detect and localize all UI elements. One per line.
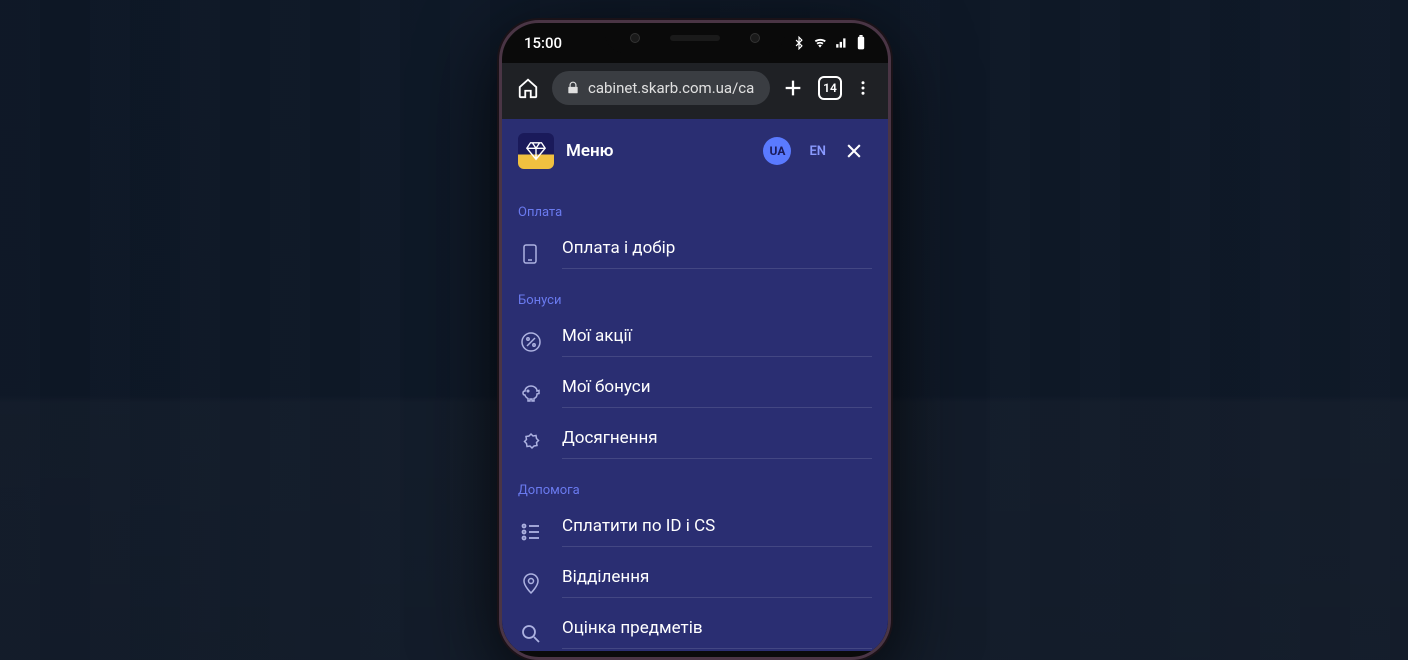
section-heading-bonuses: Бонуси	[502, 279, 888, 316]
close-icon[interactable]	[844, 141, 872, 161]
phone-notch	[605, 23, 785, 53]
menu-item-promotions[interactable]: Мої акції	[502, 316, 888, 367]
search-icon	[518, 621, 544, 647]
browser-menu-icon[interactable]	[854, 79, 874, 97]
phone-frame: 15:00 cabinet.skarb.com.ua/ca 14	[499, 20, 891, 660]
menu-item-label: Оплата і добір	[562, 238, 872, 269]
signal-icon	[834, 36, 850, 50]
section-heading-payment: Оплата	[502, 191, 888, 228]
lang-other[interactable]: EN	[803, 144, 832, 159]
status-time: 15:00	[524, 34, 562, 52]
badge-icon	[518, 431, 544, 457]
app-screen: Меню UA EN Оплата Оплата і добір Бонуси	[502, 119, 888, 651]
status-icons	[792, 35, 866, 51]
menu-item-label: Відділення	[562, 567, 872, 598]
menu-item-label: Мої бонуси	[562, 377, 872, 408]
menu-item-payment[interactable]: Оплата і добір	[502, 228, 888, 279]
diamond-icon	[525, 140, 547, 162]
percent-icon	[518, 329, 544, 355]
menu-item-branches[interactable]: Відділення	[502, 557, 888, 608]
wifi-icon	[812, 36, 828, 50]
card-icon	[518, 241, 544, 267]
pin-icon	[518, 570, 544, 596]
menu-item-label: Сплатити по ID і CS	[562, 516, 872, 547]
menu-item-bonuses[interactable]: Мої бонуси	[502, 367, 888, 418]
menu-item-achievements[interactable]: Досягнення	[502, 418, 888, 469]
lang-active[interactable]: UA	[763, 137, 791, 165]
lock-icon	[566, 81, 580, 95]
new-tab-icon[interactable]	[782, 77, 806, 99]
browser-toolbar: cabinet.skarb.com.ua/ca 14	[502, 63, 888, 119]
url-bar[interactable]: cabinet.skarb.com.ua/ca	[552, 71, 770, 105]
menu-item-evaluation[interactable]: Оцінка предметів	[502, 608, 888, 651]
menu-item-label: Досягнення	[562, 428, 872, 459]
piggy-icon	[518, 380, 544, 406]
menu-item-label: Мої акції	[562, 326, 872, 357]
menu-item-pay-by-id[interactable]: Сплатити по ID і CS	[502, 506, 888, 557]
list-icon	[518, 519, 544, 545]
bluetooth-icon	[792, 36, 806, 50]
tab-count[interactable]: 14	[818, 76, 842, 100]
menu-item-label: Оцінка предметів	[562, 618, 872, 649]
menu-title: Меню	[566, 141, 751, 161]
home-icon[interactable]	[516, 76, 540, 100]
app-header: Меню UA EN	[502, 119, 888, 183]
battery-icon	[856, 35, 866, 51]
section-heading-help: Допомога	[502, 469, 888, 506]
phone-mockup: 15:00 cabinet.skarb.com.ua/ca 14	[485, 20, 905, 660]
menu-list: Оплата Оплата і добір Бонуси Мої акції	[502, 183, 888, 651]
app-logo[interactable]	[518, 133, 554, 169]
url-text: cabinet.skarb.com.ua/ca	[588, 79, 754, 97]
